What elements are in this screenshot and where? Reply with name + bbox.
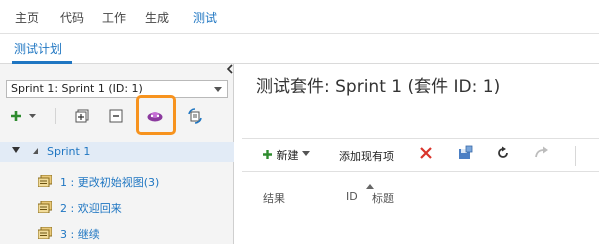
sort-ascending-icon	[366, 184, 374, 189]
nav-work[interactable]: 工作	[102, 9, 126, 26]
tree-root-label: Sprint 1	[47, 145, 91, 158]
collapse-icon	[109, 109, 123, 123]
plus-icon	[11, 111, 36, 121]
expand-arrow-icon[interactable]	[12, 147, 20, 153]
save-icon	[459, 145, 473, 159]
collapse-all-button[interactable]	[106, 104, 126, 128]
redo-icon	[535, 146, 548, 158]
save-button[interactable]	[457, 145, 473, 164]
toolbar-divider	[575, 146, 576, 166]
test-plan-select-value: Sprint 1: Sprint 1 (ID: 1)	[11, 82, 143, 95]
plan-icon	[33, 148, 38, 154]
add-folder-icon	[75, 109, 89, 123]
redo-button[interactable]	[534, 145, 550, 162]
suite-toolbar	[0, 104, 234, 130]
toolbar-divider	[55, 108, 56, 124]
suite-title: 测试套件: Sprint 1 (套件 ID: 1)	[256, 77, 501, 97]
add-existing-button[interactable]: 添加现有项	[339, 148, 394, 164]
nav-build[interactable]: 生成	[145, 9, 169, 26]
new-button-label: 新建	[276, 149, 299, 162]
suite-icon	[38, 227, 52, 239]
chevron-down-icon	[214, 87, 222, 92]
suite-icon	[38, 175, 52, 187]
test-case-toolbar: 新建 添加现有项	[242, 138, 599, 172]
column-header-outcome[interactable]: 结果	[263, 190, 285, 206]
tab-test-plans[interactable]: 测试计划	[14, 40, 62, 57]
callout-highlight	[136, 95, 176, 135]
nav-home[interactable]: 主页	[15, 9, 39, 26]
suite-label: 3 : 继续	[60, 228, 100, 241]
plus-icon	[263, 150, 272, 159]
column-header-title[interactable]: 标题	[372, 190, 394, 206]
collapse-pane-icon[interactable]	[226, 64, 234, 77]
sub-nav: 测试计划	[0, 34, 599, 64]
test-plan-select[interactable]: Sprint 1: Sprint 1 (ID: 1)	[6, 80, 228, 98]
delete-button[interactable]	[419, 146, 433, 163]
refresh-icon	[498, 146, 508, 158]
top-nav: 主页 代码 工作 生成 测试	[0, 0, 599, 34]
chevron-down-icon	[302, 151, 310, 156]
new-suite-button[interactable]	[8, 104, 42, 128]
suite-label: 2 : 欢迎回来	[60, 202, 122, 215]
nav-code[interactable]: 代码	[60, 9, 84, 26]
suite-icon	[38, 201, 52, 213]
nav-test[interactable]: 测试	[193, 9, 217, 26]
delete-x-icon	[420, 147, 432, 159]
new-test-case-button[interactable]: 新建	[262, 147, 310, 163]
add-folder-button[interactable]	[72, 104, 92, 128]
tree-root-sprint[interactable]: Sprint 1	[0, 142, 234, 162]
column-header-id[interactable]: ID	[346, 190, 358, 203]
refresh-button[interactable]	[496, 146, 510, 163]
refresh-suite-icon	[188, 108, 202, 124]
refresh-suite-button[interactable]	[184, 104, 206, 128]
suite-label: 1 : 更改初始视图(3)	[60, 176, 160, 189]
